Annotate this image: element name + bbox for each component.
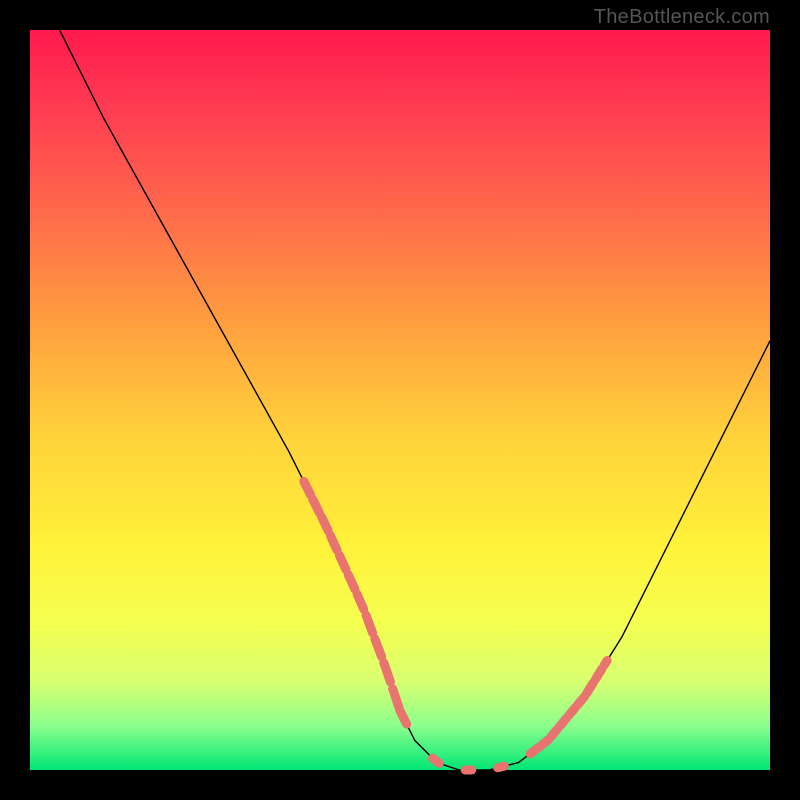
chart-svg [0,0,800,800]
highlight-dash [542,740,549,745]
highlight-dash [569,708,576,716]
highlight-dash [375,639,382,657]
highlight-dash [578,697,585,705]
highlight-dash [322,517,329,531]
highlight-dash [433,758,440,763]
highlight-dash [339,555,346,570]
highlight-dash [498,766,505,768]
highlight-dash [595,669,602,680]
highlight-dash [551,729,558,737]
highlight-dash [330,536,337,551]
highlight-dash [587,683,594,694]
highlight-dash [393,689,400,709]
highlight-dash [304,481,311,494]
highlight-dash [604,661,607,666]
highlight-dash [357,594,364,609]
highlight-dash [313,499,320,512]
highlight-dash [560,718,567,726]
highlight-dash [400,711,407,724]
curve-line [60,30,770,770]
highlight-dash [348,575,355,590]
highlight-dash [384,663,391,682]
highlight-dash [366,615,373,633]
